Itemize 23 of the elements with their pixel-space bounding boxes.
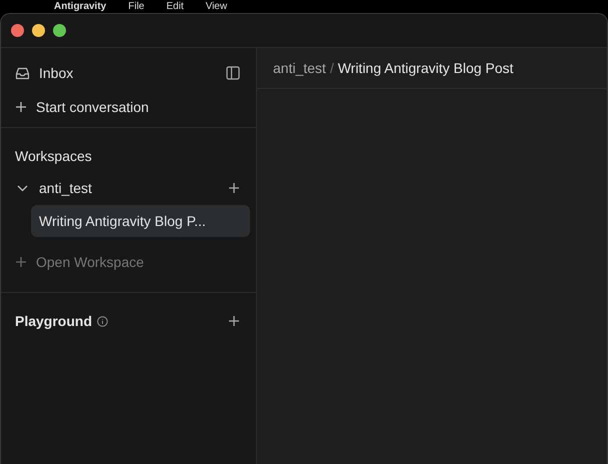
app-menu[interactable]: Antigravity <box>54 0 106 13</box>
inbox-icon <box>15 66 30 80</box>
plus-icon[interactable] <box>228 315 240 327</box>
section-heading: Workspaces <box>15 147 93 166</box>
conversation-item[interactable]: Writing Antigravity Blog P... <box>31 205 250 237</box>
close-button[interactable] <box>11 24 24 37</box>
minimize-button[interactable] <box>32 24 45 37</box>
plus-icon[interactable] <box>228 182 240 194</box>
section-heading: Playground <box>15 313 92 329</box>
zoom-button[interactable] <box>53 24 66 37</box>
plus-icon <box>15 101 27 113</box>
menu-item[interactable]: Edit <box>166 0 184 13</box>
workspace-item[interactable]: anti_test <box>15 180 92 196</box>
menu-item[interactable]: View <box>206 0 228 13</box>
menu-item[interactable]: File <box>128 0 144 13</box>
info-icon <box>97 316 108 326</box>
start-conversation-button[interactable]: Start conversation <box>1 90 256 124</box>
breadcrumb-separator: / <box>330 60 334 76</box>
breadcrumb-link[interactable]: anti_test <box>273 60 326 76</box>
sidebar-toggle-icon[interactable] <box>226 66 240 80</box>
inbox-link[interactable]: Inbox <box>15 65 74 81</box>
plus-icon <box>15 256 27 268</box>
breadcrumb-current: Writing Antigravity Blog Post <box>338 60 514 76</box>
